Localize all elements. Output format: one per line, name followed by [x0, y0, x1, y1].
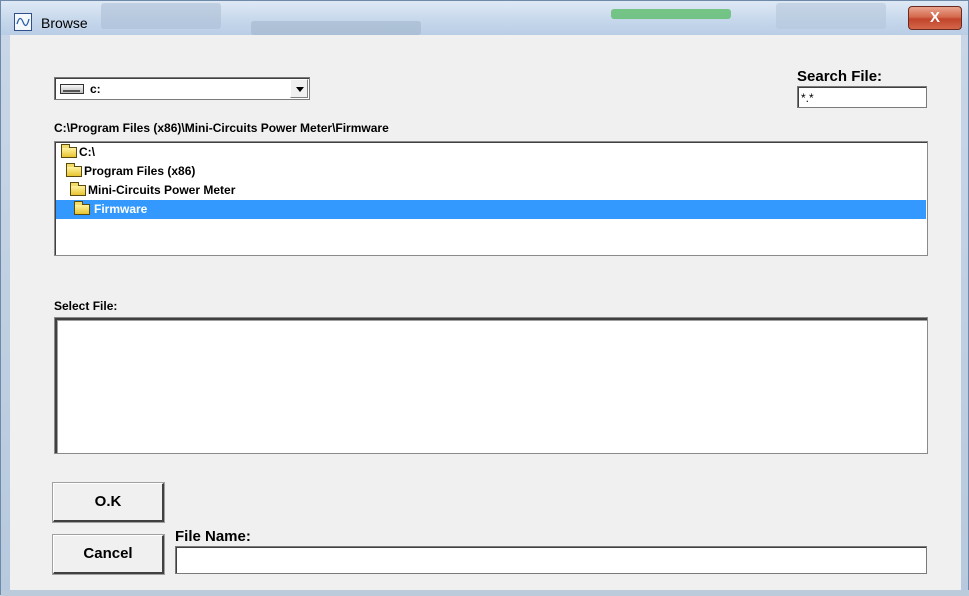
folder-open-icon	[70, 182, 86, 196]
file-list[interactable]	[54, 317, 928, 454]
window-bottom-border	[1, 590, 969, 596]
background-blur	[776, 3, 886, 29]
window-title: Browse	[41, 15, 88, 31]
background-blur	[251, 21, 421, 35]
folder-item[interactable]: Mini-Circuits Power Meter	[56, 181, 926, 200]
chevron-down-icon	[296, 87, 304, 92]
folder-item[interactable]: Program Files (x86)	[56, 162, 926, 181]
folder-label: Program Files (x86)	[84, 164, 196, 178]
folder-open-icon	[66, 163, 82, 177]
select-file-label: Select File:	[54, 299, 118, 313]
folder-label: Mini-Circuits Power Meter	[88, 183, 236, 197]
file-name-input[interactable]	[175, 546, 927, 574]
folder-tree-list[interactable]: C:\ Program Files (x86) Mini-Circuits Po…	[54, 141, 928, 256]
folder-label: C:\	[79, 145, 95, 159]
folder-item-selected[interactable]: Firmware	[56, 200, 926, 219]
ok-button[interactable]: O.K	[52, 482, 165, 523]
title-bar[interactable]: Browse X	[1, 1, 968, 35]
drive-selected-value: c:	[90, 82, 101, 96]
app-graph-icon	[14, 13, 32, 31]
search-file-input[interactable]	[797, 86, 927, 108]
search-file-label: Search File:	[797, 68, 883, 85]
folder-item[interactable]: C:\	[56, 143, 926, 162]
folder-label: Firmware	[94, 202, 148, 216]
folder-open-icon	[74, 201, 90, 215]
background-blur	[611, 9, 731, 19]
dialog-body: c: Search File: C:\Program Files (x86)\M…	[10, 35, 961, 590]
browse-dialog: Browse X c: Search File: C:\Program File…	[0, 0, 969, 596]
current-path: C:\Program Files (x86)\Mini-Circuits Pow…	[54, 121, 389, 135]
background-blur	[101, 3, 221, 29]
folder-open-icon	[61, 144, 77, 158]
drive-icon	[60, 84, 84, 94]
cancel-button[interactable]: Cancel	[52, 534, 165, 575]
close-button[interactable]: X	[908, 6, 962, 30]
dropdown-button[interactable]	[290, 79, 308, 98]
file-name-label: File Name:	[175, 528, 251, 545]
close-icon: X	[929, 9, 940, 26]
drive-dropdown[interactable]: c:	[54, 77, 310, 100]
